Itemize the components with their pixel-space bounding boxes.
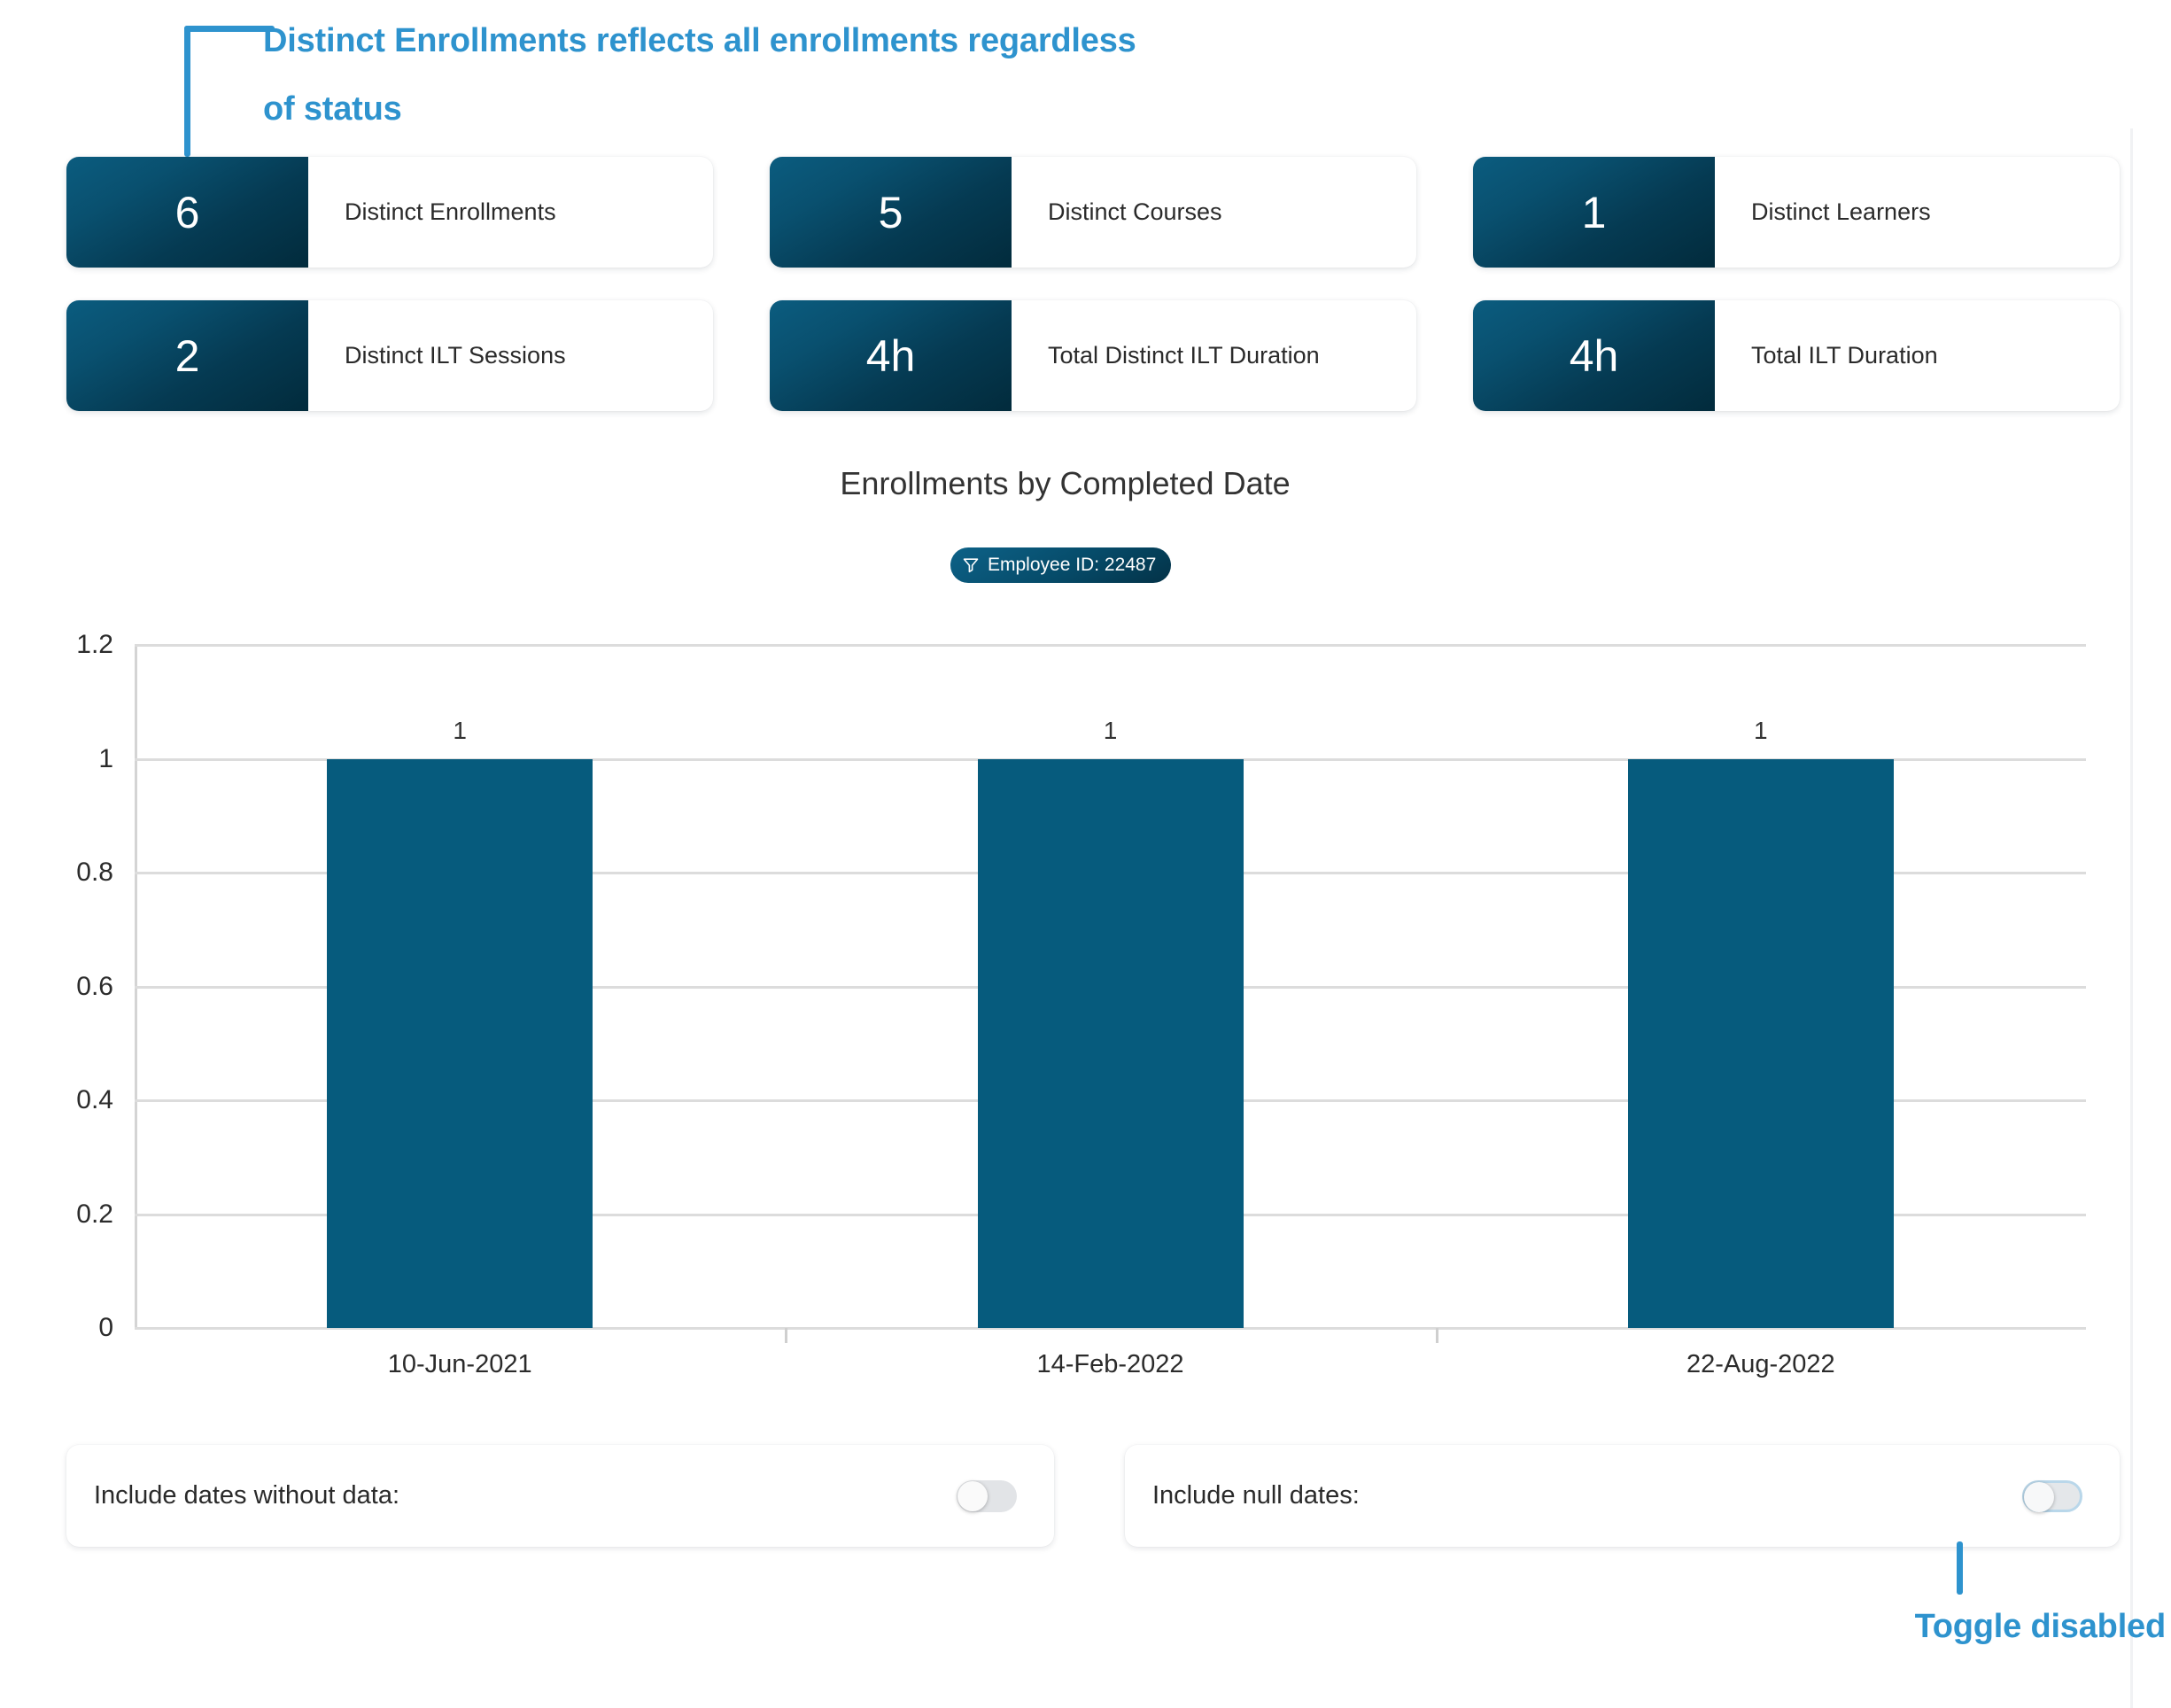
kpi-card-distinct-enrollments[interactable]: 6 Distinct Enrollments (66, 157, 713, 268)
y-axis-tick-label: 1 (98, 743, 113, 773)
y-axis-tick-label: 0.4 (76, 1085, 113, 1114)
toggle-knob (2024, 1481, 2054, 1512)
callout-line-vertical (184, 26, 190, 157)
dashboard-root: Distinct Enrollments reflects all enroll… (0, 0, 2171, 1708)
x-axis-tick-label: 22-Aug-2022 (1686, 1350, 1835, 1378)
kpi-card-total-ilt-duration[interactable]: 4h Total ILT Duration (1473, 300, 2120, 411)
x-axis-tick-label: 10-Jun-2021 (387, 1350, 532, 1378)
kpi-label: Distinct Courses (1048, 198, 1222, 225)
funnel-icon (962, 556, 980, 574)
panel-divider (2130, 128, 2133, 1708)
kpi-card-distinct-learners[interactable]: 1 Distinct Learners (1473, 157, 2120, 268)
toggle-knob (958, 1480, 988, 1511)
bar-value-label: 1 (1754, 716, 1768, 744)
kpi-value-box: 6 (66, 157, 308, 268)
y-axis-tick-label: 1.2 (76, 630, 113, 659)
kpi-card-total-distinct-ilt-duration[interactable]: 4h Total Distinct ILT Duration (770, 300, 1416, 411)
kpi-value: 4h (1569, 330, 1619, 381)
x-axis-tick (785, 1328, 788, 1343)
y-axis-tick-label: 0.2 (76, 1199, 113, 1229)
kpi-value-box: 4h (770, 300, 1012, 411)
x-axis-ticks (135, 1328, 2086, 1346)
kpi-value: 6 (174, 187, 200, 237)
toggle-card-include-dates-without-data[interactable]: Include dates without data: (66, 1445, 1054, 1547)
filter-pill-employee-id[interactable]: Employee ID: 22487 (950, 547, 1172, 583)
y-axis-tick-label: 0.8 (76, 858, 113, 887)
kpi-card-distinct-courses[interactable]: 5 Distinct Courses (770, 157, 1416, 268)
kpi-value-box: 1 (1473, 157, 1715, 268)
toggle-label: Include null dates: (1152, 1481, 1360, 1510)
annotation-distinct-enrollments: Distinct Enrollments reflects all enroll… (263, 22, 1136, 128)
kpi-label-box: Distinct Learners (1715, 157, 2120, 268)
x-axis-tick-label: 14-Feb-2022 (1036, 1350, 1184, 1378)
kpi-value-box: 4h (1473, 300, 1715, 411)
kpi-card-grid: 6 Distinct Enrollments 5 Distinct Course… (66, 157, 2120, 411)
annotation-toggle-disabled: Toggle disabled (1914, 1608, 2167, 1645)
toggle-switch-include-null-dates (2022, 1479, 2082, 1512)
kpi-label: Total Distinct ILT Duration (1048, 342, 1320, 369)
bar[interactable] (977, 758, 1244, 1328)
kpi-value: 5 (878, 187, 903, 237)
toggle-label: Include dates without data: (94, 1481, 400, 1510)
kpi-label: Distinct ILT Sessions (345, 342, 566, 369)
kpi-label-box: Total ILT Duration (1715, 300, 2120, 411)
kpi-label-box: Total Distinct ILT Duration (1012, 300, 1416, 411)
chart-title: Enrollments by Completed Date (840, 465, 1291, 501)
kpi-label: Total ILT Duration (1751, 342, 1938, 369)
bar-value-label: 1 (1103, 716, 1118, 744)
callout-line-horizontal (184, 26, 275, 32)
toggle-card-include-null-dates[interactable]: Include null dates: (1125, 1445, 2120, 1547)
x-axis-tick (1435, 1328, 1438, 1343)
kpi-label-box: Distinct Courses (1012, 157, 1416, 268)
kpi-label-box: Distinct Enrollments (308, 157, 713, 268)
bar-value-label: 1 (453, 716, 467, 744)
chart-plot-area: 1 1 1 (135, 644, 2086, 1330)
callout-line-toggle-disabled (1957, 1541, 1963, 1595)
kpi-value: 2 (174, 330, 200, 381)
bar[interactable] (1627, 758, 1894, 1328)
kpi-value-box: 5 (770, 157, 1012, 268)
kpi-label: Distinct Enrollments (345, 198, 556, 225)
kpi-label-box: Distinct ILT Sessions (308, 300, 713, 411)
toggle-switch-include-dates-without-data[interactable] (957, 1479, 1017, 1512)
kpi-value: 4h (865, 330, 916, 381)
kpi-card-distinct-ilt-sessions[interactable]: 2 Distinct ILT Sessions (66, 300, 713, 411)
filter-pill-label: Employee ID: 22487 (988, 555, 1157, 575)
kpi-value: 1 (1581, 187, 1607, 237)
bar[interactable] (327, 758, 593, 1328)
kpi-label: Distinct Learners (1751, 198, 1931, 225)
gridline (135, 644, 2086, 647)
kpi-value-box: 2 (66, 300, 308, 411)
y-axis-tick-label: 0.6 (76, 971, 113, 1001)
y-axis-tick-labels: 0 0.2 0.4 0.6 0.8 1 1.2 (0, 630, 113, 1342)
y-axis-tick-label: 0 (98, 1313, 113, 1342)
